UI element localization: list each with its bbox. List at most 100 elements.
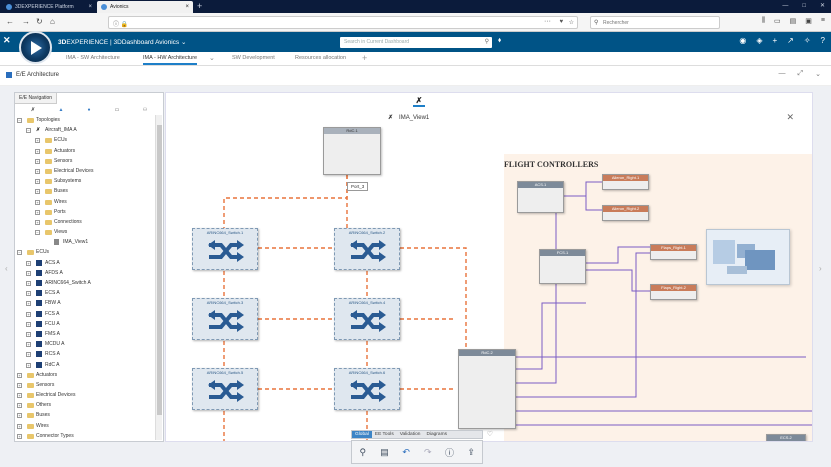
tree-item[interactable]: + Subsystems	[17, 176, 153, 186]
tree-item[interactable]: − ✗ Aircraft_IMA A	[17, 125, 153, 135]
document-icon[interactable]: ▤	[377, 447, 391, 458]
tree-item[interactable]: + Connections	[17, 217, 153, 227]
switch-box-3[interactable]: ARINC664_Switch.3	[192, 298, 258, 340]
diagram-canvas[interactable]: FLIGHT CONTROLLERS ✗ ✗ IMA_View1 ✕ RdC.1…	[165, 92, 813, 442]
tree-item[interactable]: + RCS A	[17, 349, 153, 359]
tree-item[interactable]: + ARINC664_Switch A	[17, 278, 153, 288]
action-tab-ee-tools[interactable]: EE Tools	[372, 431, 397, 438]
folder-view-icon[interactable]: ▭	[111, 107, 123, 113]
tree-item[interactable]: + Sensors	[17, 380, 153, 390]
tree-item[interactable]: + ACS A	[17, 258, 153, 268]
app-title[interactable]: 3DEXPERIENCE | 3DDashboard Avionics ⌄	[58, 38, 186, 46]
dashboard-search-input[interactable]: Search in Current Dashboard ⚲	[340, 37, 492, 48]
bus-line[interactable]	[400, 247, 467, 362]
link-line[interactable]	[586, 246, 650, 264]
tree-item[interactable]: + AFDS A	[17, 268, 153, 278]
expand-icon[interactable]: +	[26, 260, 31, 266]
expand-icon[interactable]: +	[26, 270, 31, 276]
link-line[interactable]	[586, 269, 650, 292]
scrollbar-thumb[interactable]	[157, 125, 162, 415]
tree-item[interactable]: + MCDU A	[17, 339, 153, 349]
topology-icon[interactable]: ✗	[27, 107, 39, 113]
menu-icon[interactable]: ≡	[821, 17, 825, 25]
expand-icon[interactable]: +	[17, 413, 22, 419]
tree-item[interactable]: + ECS A	[17, 288, 153, 298]
tree-item[interactable]: + RdC A	[17, 360, 153, 370]
switch-box-2[interactable]: ARINC664_Switch.2	[334, 228, 400, 270]
expand-icon[interactable]: +	[17, 423, 22, 429]
expand-icon[interactable]: +	[35, 179, 40, 185]
info-icon[interactable]: ⓘ	[442, 446, 456, 459]
tree-item[interactable]: − ECUs	[17, 247, 153, 257]
tree-item[interactable]: + FCS A	[17, 309, 153, 319]
tab-ima-hw-architecture[interactable]: IMA - HW Architecture	[143, 55, 198, 65]
expand-icon[interactable]: +	[26, 301, 31, 307]
tree-item[interactable]: + FMS A	[17, 329, 153, 339]
home-icon[interactable]: ⌂	[50, 17, 55, 27]
tree-item[interactable]: + Electrical Devices	[17, 390, 153, 400]
tree-item[interactable]: − Topologies	[17, 115, 153, 125]
tree-item[interactable]: − Views	[17, 227, 153, 237]
expand-icon[interactable]: +	[35, 158, 40, 164]
minimize-icon[interactable]: —	[782, 1, 788, 12]
close-window-icon[interactable]: ✕	[820, 1, 825, 12]
tree-scrollbar[interactable]	[155, 115, 162, 440]
widget-menu-chevron-icon[interactable]: ⌄	[815, 70, 821, 78]
tab-menu-chevron-icon[interactable]: ⌄	[209, 54, 215, 62]
tree-item[interactable]: + Ports	[17, 207, 153, 217]
link-line[interactable]	[564, 195, 602, 211]
favorite-icon[interactable]: ♡	[487, 430, 493, 438]
left-arrow-icon[interactable]: ‹	[5, 264, 8, 273]
network-icon[interactable]: ⚇	[139, 107, 151, 113]
sidebar-icon[interactable]: ▭	[774, 17, 781, 25]
expand-icon[interactable]: +	[26, 352, 31, 358]
ecu-box-ecs2[interactable]: ECS.2	[766, 434, 806, 441]
actuator-box-aileron-right1[interactable]: Aileron_Right.1	[602, 174, 649, 190]
maximize-icon[interactable]: □	[802, 1, 806, 12]
tab-ima-sw-architecture[interactable]: IMA - SW Architecture	[66, 55, 120, 61]
switch-box-4[interactable]: ARINC664_Switch.4	[334, 298, 400, 340]
close-view-icon[interactable]: ✕	[786, 112, 794, 123]
ecu-box-rdc2[interactable]: RdC.2	[458, 349, 516, 429]
help-icon[interactable]: ?	[821, 36, 825, 45]
switch-box-6[interactable]: ARINC664_Switch.6	[334, 368, 400, 410]
user-icon[interactable]: ◉	[739, 36, 746, 45]
expand-icon[interactable]: +	[26, 311, 31, 317]
actuator-box-flaps-right1[interactable]: Flaps_Right.1	[650, 244, 697, 260]
add-icon[interactable]: +	[772, 36, 777, 45]
export-icon[interactable]: ⇪	[464, 447, 478, 458]
tree-item[interactable]: + Wires	[17, 421, 153, 431]
ecu-box-acs1[interactable]: ACS.1	[517, 181, 564, 213]
expand-icon[interactable]: +	[26, 331, 31, 337]
tree-item[interactable]: + Others	[17, 400, 153, 410]
expand-icon[interactable]: +	[35, 199, 40, 205]
search-icon[interactable]: ⚲	[485, 38, 489, 45]
expand-icon[interactable]: +	[35, 138, 40, 144]
tree-item[interactable]: IMA_View1	[17, 237, 153, 247]
browser-search-input[interactable]: ⚲ Rechercher	[590, 16, 720, 29]
action-tab-validation[interactable]: Validation	[397, 431, 424, 438]
tree-item[interactable]: + Electrical Devices	[17, 166, 153, 176]
library-icon[interactable]: ⫼	[762, 17, 765, 25]
tag-icon[interactable]: ⬧	[498, 37, 501, 45]
expand-icon[interactable]: +	[35, 219, 40, 225]
tree-item[interactable]: + FBW A	[17, 298, 153, 308]
collapse-icon[interactable]: −	[35, 230, 40, 236]
page-actions-icon[interactable]: ···	[544, 18, 551, 25]
switch-box-5[interactable]: ARINC664_Switch.5	[192, 368, 258, 410]
reload-icon[interactable]: ↻	[36, 17, 43, 27]
expand-icon[interactable]: +	[17, 382, 22, 388]
expand-icon[interactable]: +	[35, 168, 40, 174]
tree-item[interactable]: + Connector Types	[17, 431, 153, 440]
link-line[interactable]	[564, 181, 602, 197]
actuator-box-aileron-right2[interactable]: Aileron_Right.2	[602, 205, 649, 221]
zoom-icon[interactable]: ⚲	[356, 447, 370, 458]
switch-box-1[interactable]: ARINC664_Switch.1	[192, 228, 258, 270]
expand-icon[interactable]: +	[35, 209, 40, 215]
close-tab-icon[interactable]: ×	[88, 4, 92, 10]
ecu-box-fcs1[interactable]: FCS.1	[539, 249, 586, 284]
tree-item[interactable]: + Sensors	[17, 156, 153, 166]
minimize-widget-icon[interactable]: —	[779, 70, 786, 78]
expand-icon[interactable]: +	[26, 342, 31, 348]
add-tab-button[interactable]: +	[362, 53, 367, 63]
